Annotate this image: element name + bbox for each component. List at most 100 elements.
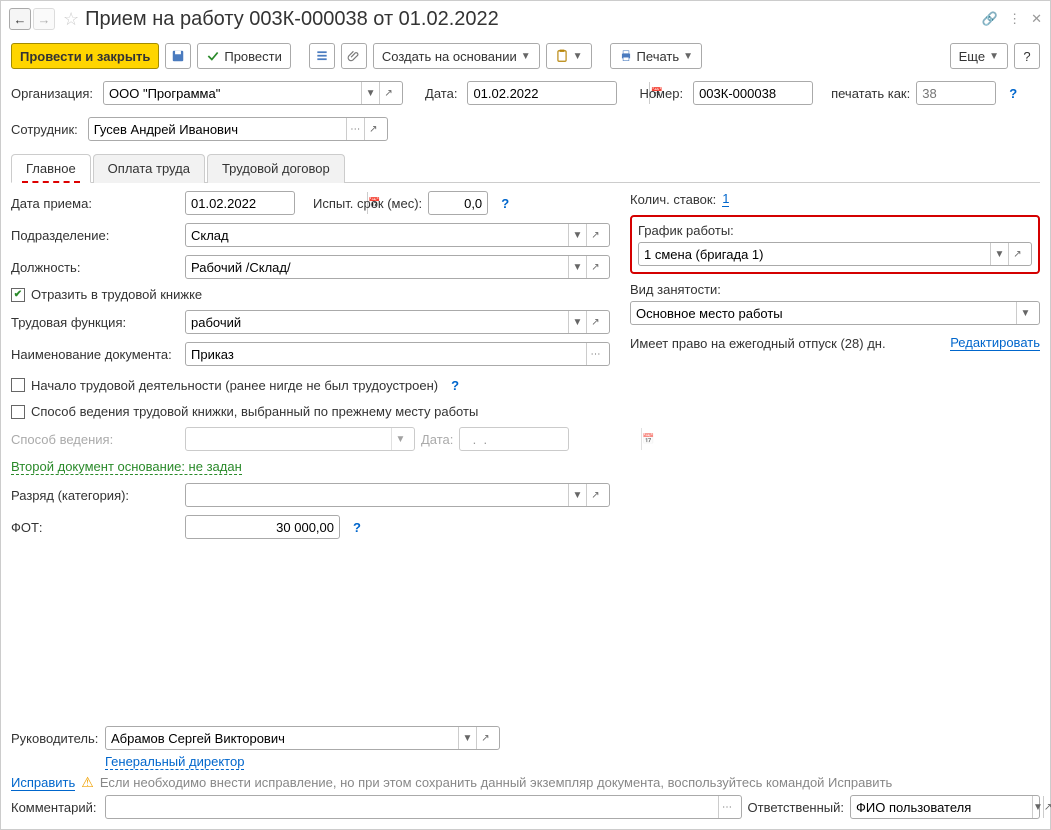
func-input[interactable]	[191, 311, 568, 333]
head-input[interactable]	[111, 727, 458, 749]
back-button[interactable]: ←	[9, 8, 31, 30]
hire-date-combo[interactable]: 📅	[185, 191, 295, 215]
dropdown-button[interactable]: ▼	[568, 484, 586, 506]
comment-input[interactable]	[111, 796, 718, 818]
func-combo[interactable]: ▼ ↗	[185, 310, 610, 334]
more-button[interactable]: Еще ▼	[950, 43, 1008, 69]
print-as-input[interactable]	[916, 81, 996, 105]
vacation-text: Имеет право на ежегодный отпуск (28) дн.	[630, 336, 886, 351]
open-button[interactable]: ↗	[586, 256, 604, 278]
fot-input[interactable]	[185, 515, 340, 539]
fix-link[interactable]: Исправить	[11, 775, 75, 791]
open-button[interactable]: ↗	[586, 484, 604, 506]
dropdown-button[interactable]: ▼	[1016, 302, 1034, 324]
pos-input[interactable]	[191, 256, 568, 278]
head-label: Руководитель:	[11, 731, 99, 746]
resp-input[interactable]	[856, 796, 1032, 818]
window-title: Прием на работу 003К-000038 от 01.02.202…	[85, 8, 982, 31]
create-based-button[interactable]: Создать на основании ▼	[373, 43, 540, 69]
head-role-link[interactable]: Генеральный директор	[105, 754, 244, 770]
print-button[interactable]: Печать ▼	[610, 43, 703, 69]
dropdown-button[interactable]: ▼	[568, 311, 586, 333]
emptype-combo[interactable]: ▼	[630, 301, 1040, 325]
dropdown-button[interactable]: ▼	[568, 224, 586, 246]
grade-combo[interactable]: ▼ ↗	[185, 483, 610, 507]
probation-input[interactable]	[428, 191, 488, 215]
start-checkbox[interactable]	[11, 378, 25, 392]
sched-input[interactable]	[644, 243, 990, 265]
help-icon[interactable]: ?	[494, 192, 516, 214]
comment-combo[interactable]: ⋯	[105, 795, 742, 819]
post-button[interactable]: Провести	[197, 43, 291, 69]
probation-label: Испыт. срок (мес):	[313, 196, 422, 211]
select-button[interactable]: ⋯	[346, 118, 364, 140]
pos-combo[interactable]: ▼ ↗	[185, 255, 610, 279]
head-combo[interactable]: ▼ ↗	[105, 726, 500, 750]
sched-combo[interactable]: ▼ ↗	[638, 242, 1032, 266]
org-input[interactable]	[109, 82, 361, 104]
date-input[interactable]	[473, 82, 649, 104]
dropdown-button[interactable]: ▼	[458, 727, 476, 749]
docname-combo[interactable]: ⋯	[185, 342, 610, 366]
post-and-close-button[interactable]: Провести и закрыть	[11, 43, 159, 69]
open-button[interactable]: ↗	[476, 727, 494, 749]
clipboard-icon	[555, 49, 569, 63]
rates-link[interactable]: 1	[722, 191, 729, 207]
forward-button[interactable]: →	[33, 8, 55, 30]
favorite-icon[interactable]: ☆	[63, 9, 79, 30]
kebab-icon[interactable]: ⋮	[1008, 11, 1021, 27]
open-button[interactable]: ↗	[586, 224, 604, 246]
tab-bar: Главное Оплата труда Трудовой договор	[11, 153, 1040, 183]
open-button[interactable]: ↗	[1008, 243, 1026, 265]
emp-input[interactable]	[94, 118, 346, 140]
num-input[interactable]	[693, 81, 813, 105]
help-icon[interactable]: ?	[1002, 82, 1024, 104]
grade-input[interactable]	[191, 484, 568, 506]
open-button[interactable]: ↗	[364, 118, 382, 140]
docname-input[interactable]	[191, 343, 586, 365]
structure-button[interactable]	[309, 43, 335, 69]
help-icon[interactable]: ?	[444, 374, 466, 396]
date-combo[interactable]: 📅	[467, 81, 617, 105]
method-checkbox[interactable]	[11, 405, 25, 419]
select-button[interactable]: ⋯	[718, 796, 736, 818]
func-label: Трудовая функция:	[11, 315, 179, 330]
help-icon[interactable]: ?	[346, 516, 368, 538]
hire-date-label: Дата приема:	[11, 196, 179, 211]
edit-link[interactable]: Редактировать	[950, 335, 1040, 351]
dropdown-button[interactable]: ▼	[990, 243, 1008, 265]
attach-button[interactable]	[341, 43, 367, 69]
dropdown-button[interactable]: ▼	[361, 82, 379, 104]
org-combo[interactable]: ▼ ↗	[103, 81, 403, 105]
save-button[interactable]	[165, 43, 191, 69]
save-icon	[171, 49, 185, 63]
rates-label: Колич. ставок:	[630, 192, 716, 207]
emp-label: Сотрудник:	[11, 122, 78, 137]
resp-label: Ответственный:	[748, 800, 844, 815]
open-button[interactable]: ↗	[586, 311, 604, 333]
help-button[interactable]: ?	[1014, 43, 1040, 69]
tab-main[interactable]: Главное	[11, 154, 91, 183]
fix-note: Если необходимо внести исправление, но п…	[100, 775, 892, 790]
pos-label: Должность:	[11, 260, 179, 275]
tab-pay[interactable]: Оплата труда	[93, 154, 205, 183]
dropdown-button[interactable]: ▼	[1032, 796, 1043, 818]
emp-combo[interactable]: ⋯ ↗	[88, 117, 388, 141]
resp-combo[interactable]: ▼ ↗	[850, 795, 1040, 819]
chevron-down-icon: ▼	[573, 51, 583, 62]
dept-input[interactable]	[191, 224, 568, 246]
close-icon[interactable]: ✕	[1031, 11, 1042, 27]
reflect-checkbox[interactable]: ✔	[11, 288, 25, 302]
dept-combo[interactable]: ▼ ↗	[185, 223, 610, 247]
dropdown-button[interactable]: ▼	[568, 256, 586, 278]
post-icon	[206, 49, 220, 63]
second-doc-link[interactable]: Второй документ основание: не задан	[11, 459, 242, 475]
open-button[interactable]: ↗	[1043, 796, 1051, 818]
tab-contract[interactable]: Трудовой договор	[207, 154, 345, 183]
select-button[interactable]: ⋯	[586, 343, 604, 365]
comment-label: Комментарий:	[11, 800, 99, 815]
open-button[interactable]: ↗	[379, 82, 397, 104]
emptype-input[interactable]	[636, 302, 1016, 324]
link-icon[interactable]: 🔗	[982, 11, 998, 27]
doc-dropdown-button[interactable]: ▼	[546, 43, 592, 69]
